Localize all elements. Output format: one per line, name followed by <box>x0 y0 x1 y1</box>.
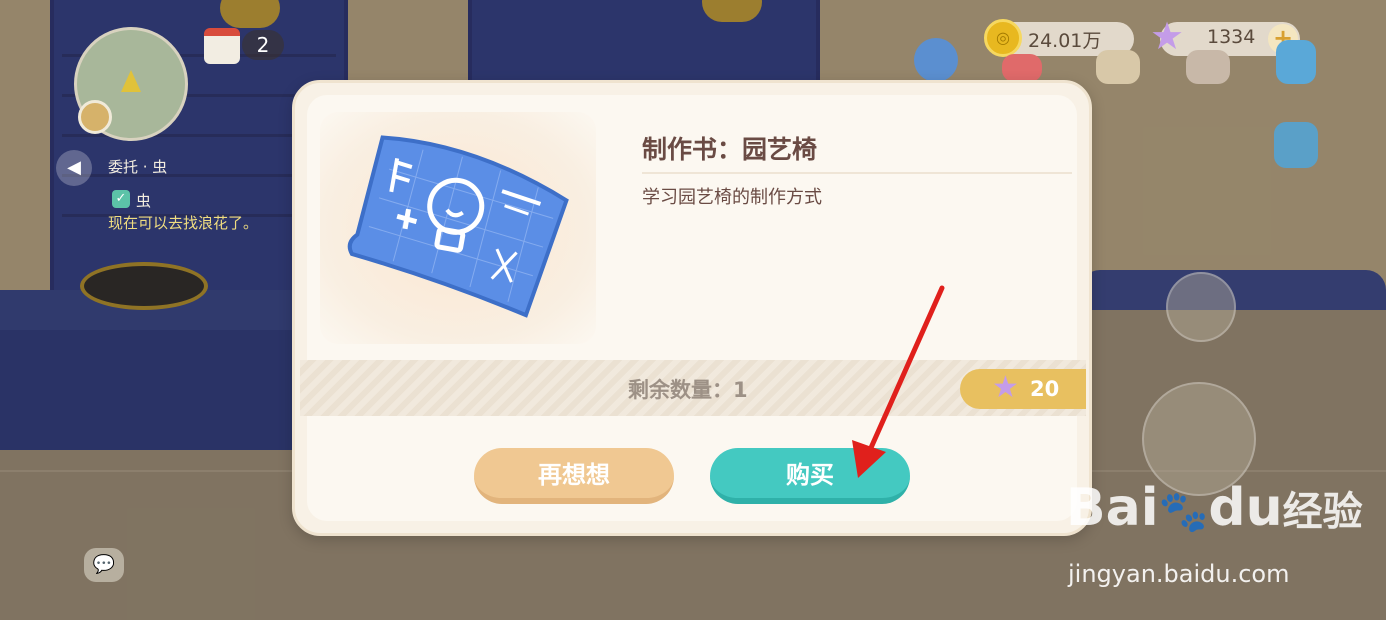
watermark-url: jingyan.baidu.com <box>1068 560 1290 588</box>
baidu-watermark-logo: Bai🐾du经验 <box>1066 478 1363 538</box>
